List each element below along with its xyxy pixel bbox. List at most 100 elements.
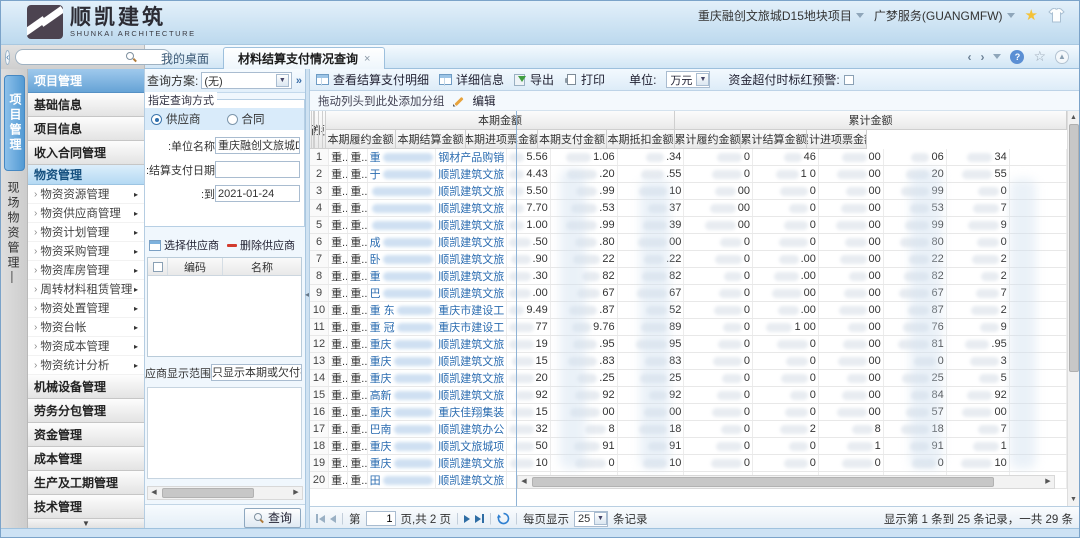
- table-row[interactable]: 9重..重..巴顺凯建筑文旅城....00676700000677: [310, 285, 1067, 302]
- sidebar-item-周转材料租赁管理[interactable]: ›周转材料租赁管理▸: [28, 280, 144, 299]
- table-row[interactable]: 3重..重..顺凯建筑文旅城...5.50.991000000990: [310, 183, 1067, 200]
- table-row[interactable]: 5重..重..顺凯建筑文旅城...1.00.993900000999: [310, 217, 1067, 234]
- sidebar-item-收入合同管理[interactable]: 收入合同管理: [28, 141, 144, 165]
- cell-supplier[interactable]: 巴: [368, 285, 437, 301]
- scroll-right-icon[interactable]: ▶: [1042, 476, 1054, 488]
- table-vertical-scrollbar[interactable]: ▲ ▼: [1067, 111, 1079, 506]
- sidebar-item-物资处置管理[interactable]: ›物资处置管理▸: [28, 299, 144, 318]
- rail-module-site-material[interactable]: 现场物资管理—: [5, 181, 22, 286]
- tab-scroll-right-icon[interactable]: ›: [980, 50, 984, 64]
- supplier-link[interactable]: 重庆: [370, 336, 392, 352]
- scroll-down-icon[interactable]: ▼: [1068, 493, 1080, 506]
- cell-contract[interactable]: 重庆佳翔集装箱...: [436, 404, 507, 420]
- sidebar-item-物资库房管理[interactable]: ›物资库房管理▸: [28, 261, 144, 280]
- scroll-right-icon[interactable]: ▶: [290, 487, 302, 499]
- cell-contract[interactable]: 顺凯建筑文旅城...: [436, 472, 507, 488]
- sidebar-item-项目管理[interactable]: 项目管理: [28, 69, 144, 93]
- supplier-link[interactable]: 田: [370, 472, 381, 488]
- favorites-icon[interactable]: ★: [1025, 6, 1038, 24]
- overpay-warning-toggle[interactable]: 资金超付时标红预警:: [728, 71, 853, 88]
- cell-contract[interactable]: 顺凯建筑文旅城...: [436, 285, 507, 301]
- contract-link[interactable]: 顺凯建筑文旅城...: [438, 217, 504, 233]
- detail-info-button[interactable]: 详细信息: [439, 71, 504, 88]
- cell-supplier[interactable]: [368, 183, 437, 199]
- group-header-current-amount[interactable]: 本期金额: [326, 111, 675, 130]
- help-icon[interactable]: ?: [1010, 50, 1024, 64]
- table-row[interactable]: 15重..重..高新顺凯建筑文旅城...92929200008492: [310, 387, 1067, 404]
- first-page-button[interactable]: [316, 514, 325, 523]
- supplier-link[interactable]: 重 东: [370, 302, 395, 318]
- col-header-4[interactable]: 本期抵扣金额: [607, 130, 675, 149]
- contract-link[interactable]: 顺凯建筑文旅城...: [438, 285, 504, 301]
- table-row[interactable]: 13重..重..重庆顺凯建筑文旅城...15.8383000003: [310, 353, 1067, 370]
- sidebar-item-机械设备管理[interactable]: 机械设备管理: [28, 375, 144, 399]
- edit-columns-button[interactable]: 编辑: [473, 93, 496, 109]
- per-page-select[interactable]: 25▼: [574, 511, 608, 527]
- cell-supplier[interactable]: 田: [368, 472, 437, 488]
- supplier-link[interactable]: 高新: [370, 387, 392, 403]
- cell-supplier[interactable]: 重庆: [368, 404, 437, 420]
- table-row[interactable]: 14重..重..重庆顺凯建筑文旅城...20.25250000255: [310, 370, 1067, 387]
- tab-my-desktop[interactable]: 我的桌面: [147, 47, 223, 69]
- contract-link[interactable]: 顺凯建筑文旅城...: [438, 455, 504, 471]
- sidebar-item-基础信息[interactable]: 基础信息: [28, 93, 144, 117]
- unit-name-input[interactable]: 重庆融创文旅城D15地块项目: [215, 137, 300, 154]
- col-header-6[interactable]: 累计结算金额: [741, 130, 807, 149]
- cell-contract[interactable]: 顺凯建筑文旅城...: [436, 336, 507, 352]
- select-all-checkbox[interactable]: [148, 258, 168, 275]
- radio-contract[interactable]: 合同: [227, 111, 265, 127]
- supplier-link[interactable]: 重庆: [370, 353, 392, 369]
- table-row[interactable]: 17重..重..巴南顺凯建筑办公家...32818028187: [310, 421, 1067, 438]
- search-icon[interactable]: [125, 51, 136, 62]
- cell-contract[interactable]: 重庆市建设工程...: [436, 302, 507, 318]
- contract-link[interactable]: 重庆市建设工程...: [438, 319, 504, 335]
- scrollbar-thumb[interactable]: [1069, 124, 1079, 372]
- supplier-link[interactable]: 于: [370, 166, 381, 182]
- sidebar-item-技术管理[interactable]: 技术管理: [28, 495, 144, 519]
- select-supplier-button[interactable]: 选择供应商: [149, 237, 219, 253]
- rail-module-project-management[interactable]: 项目管理: [4, 75, 25, 171]
- supplier-link[interactable]: 重: [370, 268, 381, 284]
- page-number-input[interactable]: [366, 511, 396, 526]
- cell-supplier[interactable]: 于: [368, 166, 437, 182]
- cell-contract[interactable]: 顺凯建筑文旅城...: [436, 217, 507, 233]
- contract-link[interactable]: 顺凯建筑文旅城...: [438, 472, 504, 488]
- cell-supplier[interactable]: 重 东: [368, 302, 437, 318]
- cell-contract[interactable]: 顺凯建筑文旅城...: [436, 353, 507, 369]
- scroll-left-icon[interactable]: ◀: [518, 476, 530, 488]
- table-row[interactable]: 4重..重..顺凯建筑文旅城...7.70.533700000537: [310, 200, 1067, 217]
- table-row[interactable]: 7重..重..卧顺凯建筑文旅城....9022.220.0000222: [310, 251, 1067, 268]
- contract-link[interactable]: 顺凯建筑文旅城...: [438, 251, 504, 267]
- sidebar-item-生产及工期管理[interactable]: 生产及工期管理: [28, 471, 144, 495]
- contract-link[interactable]: 顺凯建筑文旅城...: [438, 336, 504, 352]
- date-to-input[interactable]: 2021-01-24: [215, 185, 300, 202]
- supplier-link[interactable]: 重 冠: [370, 319, 395, 335]
- cell-contract[interactable]: 钢材产品购销合同: [436, 149, 507, 165]
- cell-supplier[interactable]: [368, 217, 437, 233]
- table-row[interactable]: 18重..重..重庆顺凯文旅城项目...509191001911: [310, 438, 1067, 455]
- contract-link[interactable]: 顺凯建筑文旅城...: [438, 370, 504, 386]
- supplier-link[interactable]: 巴: [370, 285, 381, 301]
- supplier-link[interactable]: 重庆: [370, 404, 392, 420]
- radio-supplier[interactable]: 供应商: [151, 111, 201, 127]
- cell-supplier[interactable]: 高新: [368, 387, 437, 403]
- cell-contract[interactable]: 顺凯建筑文旅城...: [436, 166, 507, 182]
- table-row[interactable]: 12重..重..重庆顺凯建筑文旅城...19.9595000081.95: [310, 336, 1067, 353]
- sidebar-item-物资管理[interactable]: 物资管理: [28, 165, 144, 185]
- col-header-5[interactable]: 累计履约金额: [675, 130, 741, 149]
- scrollbar-thumb[interactable]: [532, 477, 994, 487]
- query-search-button[interactable]: 查询: [244, 508, 301, 528]
- sidebar-item-资金管理[interactable]: 资金管理: [28, 423, 144, 447]
- cell-contract[interactable]: 顺凯建筑文旅城...: [436, 200, 507, 216]
- scroll-left-icon[interactable]: ◀: [148, 487, 160, 499]
- collapse-up-icon[interactable]: ▲: [1055, 50, 1069, 64]
- contract-link[interactable]: 顺凯建筑文旅城...: [438, 166, 504, 182]
- cell-contract[interactable]: 顺凯建筑文旅城...: [436, 234, 507, 250]
- cell-supplier[interactable]: 卧: [368, 251, 437, 267]
- prev-page-button[interactable]: [330, 515, 336, 523]
- next-page-button[interactable]: [464, 515, 470, 523]
- cell-supplier[interactable]: 重 冠: [368, 319, 437, 335]
- table-horizontal-scrollbar[interactable]: ◀ ▶: [517, 475, 1055, 489]
- sidebar-item-项目信息[interactable]: 项目信息: [28, 117, 144, 141]
- table-row[interactable]: 11重..重..重 冠重庆市建设工程...779.768901 0000769: [310, 319, 1067, 336]
